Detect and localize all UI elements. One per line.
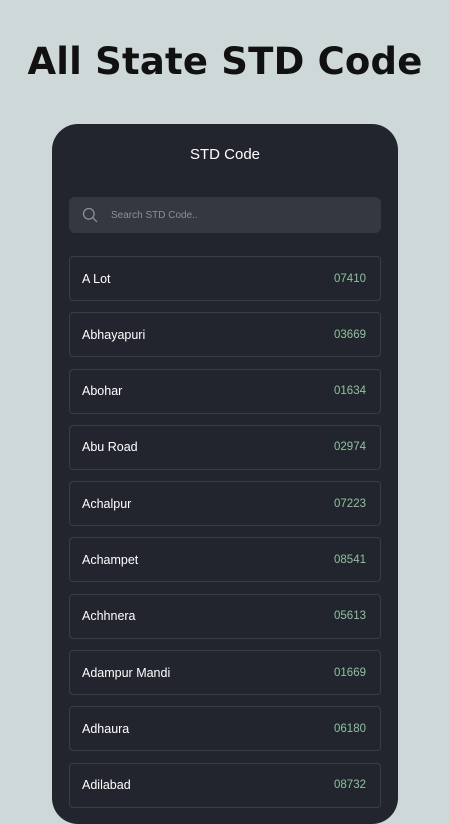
std-code: 06180 — [334, 722, 366, 735]
std-code: 01669 — [334, 666, 366, 679]
list-item[interactable]: Abohar 01634 — [69, 368, 381, 414]
phone-screen: STD Code A Lot 07410 Abhayapuri 03669 Ab… — [52, 124, 398, 824]
std-code: 08732 — [334, 779, 366, 792]
std-code: 01634 — [334, 385, 366, 398]
city-name: A Lot — [82, 271, 111, 286]
city-name: Abhayapuri — [82, 327, 146, 342]
list-item[interactable]: Achhnera 05613 — [69, 593, 381, 639]
std-code: 08541 — [334, 553, 366, 566]
search-icon — [81, 206, 99, 224]
list-item[interactable]: Achampet 08541 — [69, 537, 381, 583]
search-input[interactable] — [109, 208, 353, 222]
search-bar[interactable] — [69, 197, 381, 233]
city-name: Adhaura — [82, 721, 130, 736]
std-code: 07223 — [334, 497, 366, 510]
std-code: 05613 — [334, 610, 366, 623]
list-item[interactable]: Adhaura 06180 — [69, 706, 381, 752]
city-name: Achampet — [82, 552, 139, 567]
city-name: Adampur Mandi — [82, 665, 171, 680]
list-item[interactable]: Abu Road 02974 — [69, 424, 381, 470]
list-item[interactable]: Adampur Mandi 01669 — [69, 650, 381, 696]
list-item[interactable]: A Lot 07410 — [69, 256, 381, 301]
list-item[interactable]: Adilabad 08732 — [69, 762, 381, 808]
std-code-list: A Lot 07410 Abhayapuri 03669 Abohar 0163… — [69, 256, 381, 819]
std-code: 07410 — [334, 272, 366, 285]
city-name: Achhnera — [82, 609, 136, 624]
city-name: Adilabad — [82, 778, 131, 793]
std-code: 03669 — [334, 328, 366, 341]
std-code: 02974 — [334, 441, 366, 454]
app-title: STD Code — [189, 146, 261, 163]
list-item[interactable]: Achalpur 07223 — [69, 481, 381, 527]
city-name: Achalpur — [82, 496, 132, 511]
city-name: Abu Road — [82, 440, 138, 455]
list-item[interactable]: Abhayapuri 03669 — [69, 312, 381, 358]
city-name: Abohar — [82, 384, 123, 399]
promo-title: All State STD Code — [27, 40, 423, 83]
